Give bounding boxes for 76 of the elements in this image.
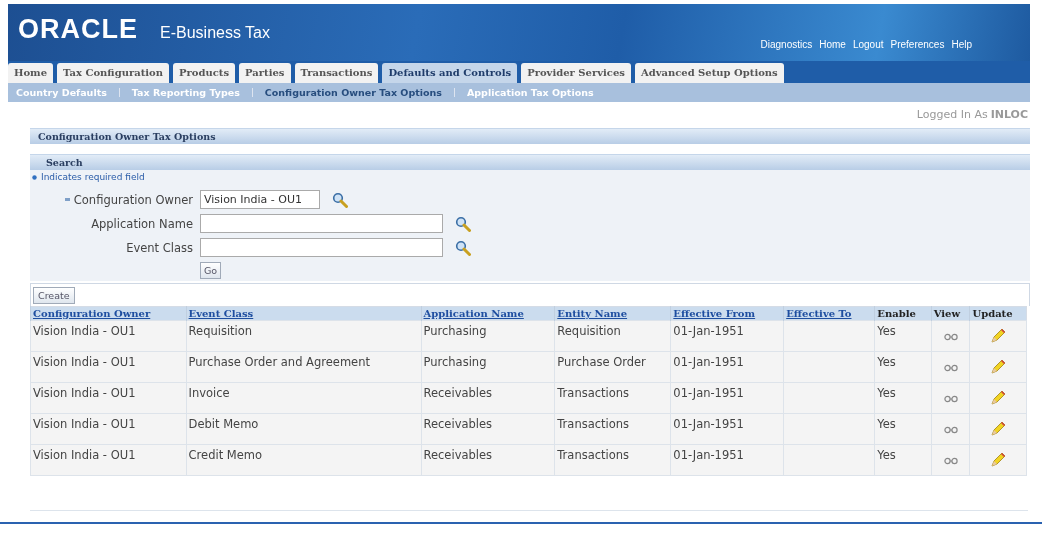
product-name: E-Business Tax [160,24,270,42]
table-cell: Purchasing [423,355,487,369]
glasses-icon[interactable] [943,332,958,341]
table-cell: 01-Jan-1951 [673,386,744,400]
table-cell: Receivables [423,386,493,400]
table-cell: Vision India - OU1 [33,448,136,462]
table-cell: Yes [877,448,896,462]
field-label: Event Class [126,240,193,255]
table-cell: 01-Jan-1951 [673,324,744,338]
table-cell: Debit Memo [188,417,259,431]
glasses-icon[interactable] [943,456,958,465]
glasses-icon[interactable] [943,425,958,434]
required-note: Indicates required field [41,172,145,182]
table-cell: 01-Jan-1951 [673,448,744,462]
page-title: Configuration Owner Tax Options [38,131,216,142]
input-field[interactable]: Vision India - OU1 [200,190,320,209]
table-cell: Vision India - OU1 [33,386,136,400]
table-cell: Vision India - OU1 [33,417,136,431]
tab[interactable]: Defaults and Controls [382,63,518,83]
glasses-icon[interactable] [943,363,958,372]
global-link[interactable]: Diagnostics [760,39,813,50]
table-cell: Yes [877,417,896,431]
table-cell: Receivables [423,417,493,431]
table-cell: Yes [877,386,896,400]
table-cell: Requisition [188,324,253,338]
pencil-icon[interactable] [989,389,1008,407]
subtab[interactable]: Configuration Owner Tax Options [264,87,442,98]
table-cell: 01-Jan-1951 [673,355,744,369]
global-link[interactable]: Preferences [890,39,945,50]
input-field[interactable] [200,214,443,233]
table-cell: Purchasing [423,324,487,338]
pencil-icon[interactable] [989,327,1008,345]
search-title: Search [46,157,83,168]
global-link[interactable]: Logout [852,39,884,50]
logged-in-label: Logged In As [916,108,988,123]
input-field[interactable] [200,238,443,257]
table-cell: Purchase Order and Agreement [188,355,370,369]
tab[interactable]: Tax Configuration [57,63,169,83]
table-cell: Requisition [557,324,621,338]
pencil-icon[interactable] [989,420,1008,438]
column-header: Enable [877,308,916,319]
table-cell: Vision India - OU1 [33,324,136,338]
column-header: Update [972,308,1013,319]
search-icon[interactable] [455,239,471,256]
tab[interactable]: Provider Services [521,63,631,83]
table-cell: Transactions [557,448,630,462]
tab[interactable]: Advanced Setup Options [634,63,784,83]
required-icon[interactable] [32,174,37,180]
tab[interactable]: Parties [239,63,291,83]
create-button[interactable]: Create [33,287,75,304]
global-link[interactable]: Home [819,39,846,50]
table-cell: Receivables [423,448,493,462]
glasses-icon[interactable] [943,394,958,403]
tab[interactable]: Transactions [294,63,379,83]
search-icon[interactable] [455,215,471,232]
field-label: Application Name [91,216,193,231]
table-cell: 01-Jan-1951 [673,417,744,431]
search-icon[interactable] [332,191,348,208]
table-cell: Purchase Order [557,355,646,369]
column-header: View [933,308,961,319]
go-button[interactable]: Go [200,262,222,279]
table-cell: Transactions [557,417,630,431]
table-cell: Vision India - OU1 [33,355,136,369]
table-cell: Yes [877,355,896,369]
table-cell: Transactions [557,386,630,400]
table-cell: Credit Memo [188,448,263,462]
tab[interactable]: Products [173,63,236,83]
tab[interactable]: Home [8,63,54,83]
table-cell: Invoice [188,386,230,400]
pencil-icon[interactable] [989,451,1008,469]
user-name: INLOC [990,108,1028,123]
field-label: Configuration Owner [73,192,193,207]
global-link[interactable]: Help [951,39,972,50]
table-cell: Yes [877,324,896,338]
pencil-icon[interactable] [989,358,1008,376]
oracle-logo: ORACLE [18,14,138,45]
